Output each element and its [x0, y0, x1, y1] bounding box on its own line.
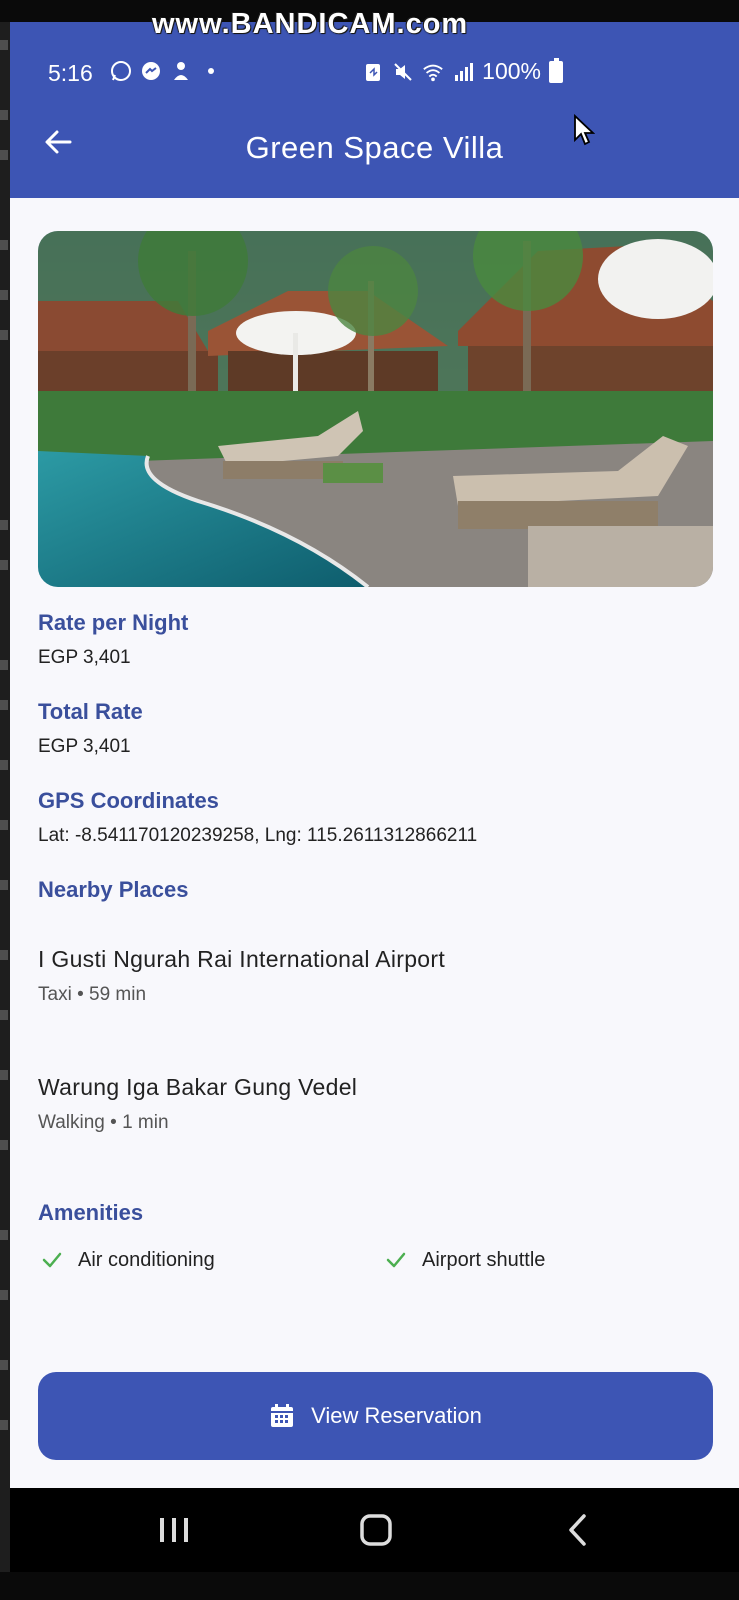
gps-coordinates-label: GPS Coordinates [38, 788, 219, 813]
screen-bottom-border [0, 1572, 739, 1600]
messenger-icon [140, 60, 162, 82]
status-time: 5:16 [48, 60, 93, 86]
calendar-icon [271, 1404, 294, 1427]
back-chevron-icon [569, 1514, 586, 1546]
recording-watermark: www.BANDICAM.com [152, 8, 469, 40]
page-title: Green Space Villa [245, 130, 504, 165]
hero-image [38, 231, 713, 587]
nearby-place-name: I Gusti Ngurah Rai International Airport [38, 946, 446, 972]
check-icon [386, 1252, 406, 1268]
gps-coordinates-value: Lat: -8.541170120239258, Lng: 115.261131… [38, 825, 478, 846]
system-back-button[interactable] [556, 1508, 600, 1552]
rate-per-night-label: Rate per Night [38, 610, 189, 635]
check-icon [42, 1252, 62, 1268]
amenity-label: Air conditioning [78, 1248, 215, 1271]
mute-icon [392, 61, 414, 83]
recents-button[interactable] [152, 1508, 196, 1552]
rate-per-night-value: EGP 3,401 [38, 647, 131, 668]
battery-percent: 100% [482, 58, 541, 84]
view-reservation-label: View Reservation [311, 1403, 482, 1428]
total-rate-label: Total Rate [38, 699, 143, 724]
home-icon [360, 1514, 392, 1546]
amenity-item: Air conditioning [40, 1248, 215, 1272]
amenity-label: Airport shuttle [422, 1248, 546, 1271]
villa-photo [38, 231, 713, 587]
nearby-place-meta: Taxi • 59 min [38, 984, 147, 1005]
status-right-icons: 100% [362, 57, 563, 85]
view-reservation-button[interactable]: View Reservation [38, 1372, 713, 1460]
background-editor-strip [0, 0, 10, 1600]
app-bar: Green Space Villa [10, 84, 739, 198]
phone-screen: 5:16 100% Green Space Villa Rate per Nig… [10, 22, 739, 1570]
nearby-place-meta: Walking • 1 min [38, 1112, 169, 1133]
amenity-item: Airport shuttle [384, 1248, 545, 1272]
battery-icon [549, 57, 563, 83]
wifi-icon [422, 61, 444, 83]
mouse-cursor-icon [574, 114, 595, 146]
amenities-label: Amenities [38, 1200, 144, 1225]
nearby-place-name: Warung Iga Bakar Gung Vedel [38, 1074, 358, 1100]
home-button[interactable] [354, 1508, 398, 1552]
status-left-icons [110, 60, 214, 82]
whatsapp-icon [110, 60, 132, 82]
signal-icon [452, 61, 474, 83]
total-rate-value: EGP 3,401 [38, 736, 131, 757]
nearby-places-label: Nearby Places [38, 877, 189, 902]
recents-icon [160, 1518, 188, 1542]
dot-icon [208, 68, 214, 74]
battery-saver-icon [362, 61, 384, 83]
notification-icon [170, 60, 192, 82]
system-navigation-bar [10, 1488, 739, 1572]
